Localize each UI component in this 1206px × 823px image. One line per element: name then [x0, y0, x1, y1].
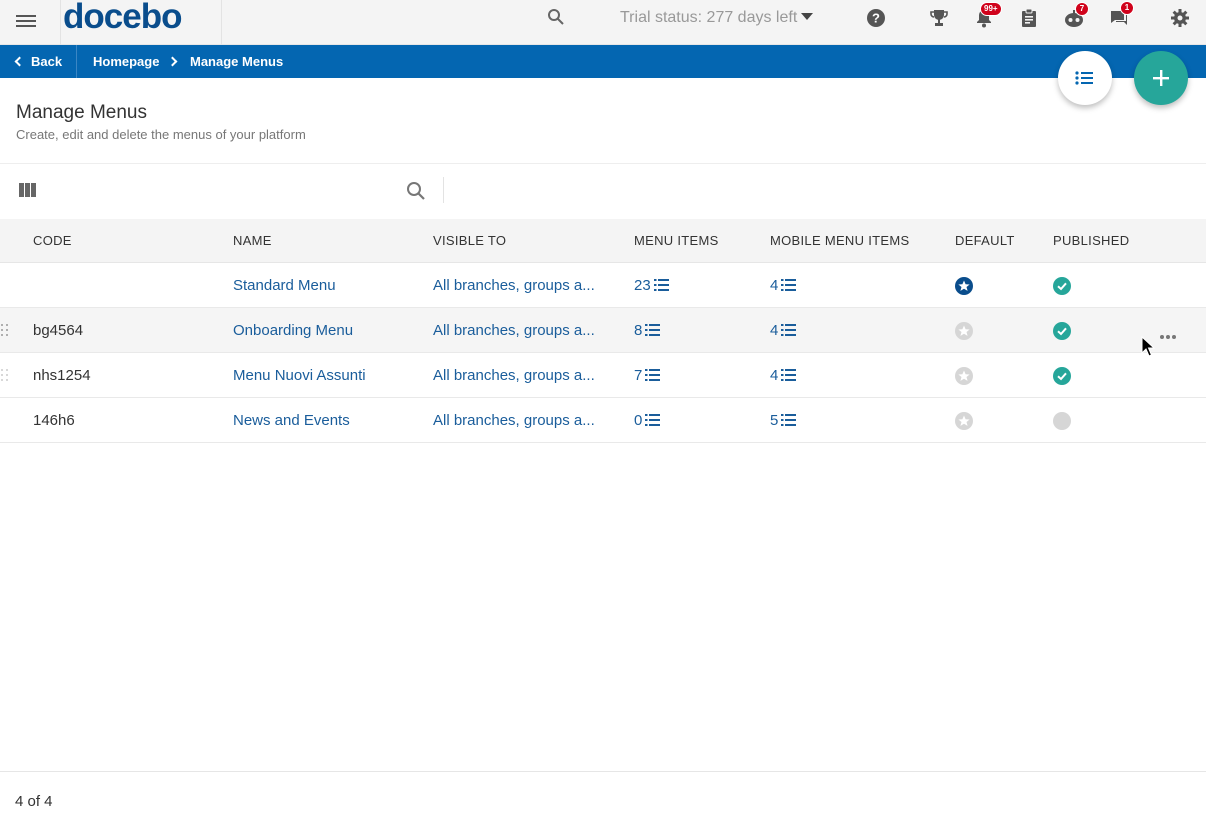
default-star-inactive-icon[interactable] [955, 412, 973, 430]
breadcrumb-current: Manage Menus [190, 54, 284, 69]
list-icon [1075, 71, 1093, 85]
column-header-menu-items[interactable]: MENU ITEMS [634, 233, 719, 248]
row-name-link[interactable]: Standard Menu [233, 277, 336, 294]
row-name-link[interactable]: Onboarding Menu [233, 322, 353, 339]
column-header-mobile-menu-items[interactable]: MOBILE MENU ITEMS [770, 233, 909, 248]
breadcrumb: Back Homepage Manage Menus [0, 45, 1206, 78]
page-subtitle: Create, edit and delete the menus of you… [16, 127, 306, 142]
row-visible-to-link[interactable]: All branches, groups a... [433, 412, 595, 429]
column-header-name[interactable]: NAME [233, 233, 272, 248]
messages-badge: 1 [1120, 1, 1134, 15]
mobile-menu-items-link[interactable]: 5 [770, 412, 797, 429]
back-button[interactable]: Back [0, 45, 77, 78]
table-header: CODE NAME VISIBLE TO MENU ITEMS MOBILE M… [0, 219, 1206, 263]
columns-icon[interactable] [19, 183, 37, 197]
column-header-published[interactable]: PUBLISHED [1053, 233, 1129, 248]
menu-items-link[interactable]: 8 [634, 322, 661, 339]
toolbar-divider [443, 177, 444, 203]
notifications-badge: 99+ [980, 2, 1002, 16]
svg-text:?: ? [872, 11, 880, 26]
list-icon [781, 369, 797, 381]
list-icon [645, 324, 661, 336]
table-search-icon[interactable] [405, 180, 427, 207]
list-icon [781, 324, 797, 336]
clipboard-icon[interactable] [1019, 8, 1041, 30]
drag-handle-icon[interactable] [1, 369, 9, 382]
row-visible-to-link[interactable]: All branches, groups a... [433, 322, 595, 339]
list-icon [645, 369, 661, 381]
chevron-right-icon [167, 56, 178, 67]
column-header-default[interactable]: DEFAULT [955, 233, 1015, 248]
row-visible-to-link[interactable]: All branches, groups a... [433, 277, 595, 294]
help-icon[interactable]: ? [866, 8, 888, 30]
trial-status-dropdown[interactable]: Trial status: 277 days left [620, 9, 814, 27]
pagination-count: 4 of 4 [15, 793, 53, 810]
mobile-menu-items-link[interactable]: 4 [770, 322, 797, 339]
list-icon [645, 414, 661, 426]
plus-icon [1153, 70, 1169, 86]
menu-items-link[interactable]: 7 [634, 367, 661, 384]
footer-divider [0, 771, 1206, 772]
docebo-logo: docebo® [63, 0, 182, 36]
row-name-link[interactable]: News and Events [233, 412, 350, 429]
list-icon [653, 279, 669, 291]
drag-handle-icon[interactable] [1, 324, 9, 337]
add-menu-button[interactable] [1134, 51, 1188, 105]
list-icon [781, 279, 797, 291]
gamification-badge: 7 [1075, 2, 1089, 16]
menu-items-link[interactable]: 0 [634, 412, 661, 429]
table-row[interactable]: nhs1254 Menu Nuovi Assunti All branches,… [0, 353, 1206, 398]
published-check-icon[interactable] [1053, 277, 1071, 295]
unpublished-status-icon[interactable] [1053, 412, 1071, 430]
chevron-left-icon [14, 56, 25, 67]
default-star-active-icon[interactable] [955, 277, 973, 295]
breadcrumb-homepage[interactable]: Homepage [93, 54, 159, 69]
row-code: 146h6 [33, 412, 75, 429]
page-title: Manage Menus [16, 102, 147, 123]
more-actions-icon[interactable] [1160, 326, 1178, 344]
trophy-icon[interactable] [929, 8, 951, 30]
table-row[interactable]: bg4564 Onboarding Menu All branches, gro… [0, 308, 1206, 353]
reorder-list-button[interactable] [1058, 51, 1112, 105]
row-name-link[interactable]: Menu Nuovi Assunti [233, 367, 366, 384]
column-header-code[interactable]: CODE [33, 233, 72, 248]
top-bar: docebo® Trial status: 277 days left ? 99… [0, 0, 1206, 45]
row-code: bg4564 [33, 322, 84, 339]
divider [0, 163, 1206, 164]
menu-icon[interactable] [16, 12, 36, 32]
column-header-visible-to[interactable]: VISIBLE TO [433, 233, 506, 248]
default-star-inactive-icon[interactable] [955, 367, 973, 385]
mouse-cursor-icon [1141, 336, 1155, 357]
row-code: nhs1254 [33, 367, 91, 384]
logo-container[interactable]: docebo® [60, 0, 222, 45]
mobile-menu-items-link[interactable]: 4 [770, 367, 797, 384]
published-check-icon[interactable] [1053, 322, 1071, 340]
list-icon [781, 414, 797, 426]
row-visible-to-link[interactable]: All branches, groups a... [433, 367, 595, 384]
table-row[interactable]: Standard Menu All branches, groups a... … [0, 263, 1206, 308]
mobile-menu-items-link[interactable]: 4 [770, 277, 797, 294]
published-check-icon[interactable] [1053, 367, 1071, 385]
default-star-inactive-icon[interactable] [955, 322, 973, 340]
gear-icon[interactable] [1170, 8, 1192, 30]
caret-down-icon [801, 13, 814, 20]
search-icon[interactable] [547, 8, 565, 31]
table-row[interactable]: 146h6 News and Events All branches, grou… [0, 398, 1206, 443]
menu-items-link[interactable]: 23 [634, 277, 669, 294]
